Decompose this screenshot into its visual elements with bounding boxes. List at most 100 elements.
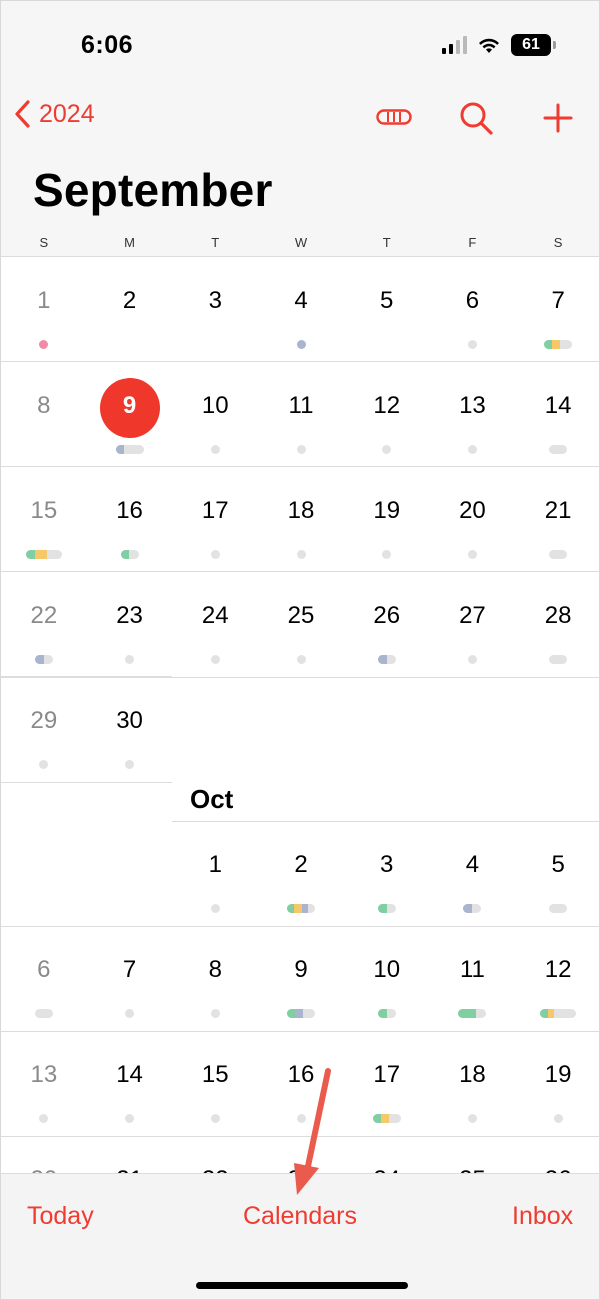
calendar-day[interactable]: 19 xyxy=(515,1061,599,1089)
event-indicator xyxy=(467,1114,477,1123)
calendar-day[interactable]: 23 xyxy=(87,602,173,630)
battery-icon: 61 xyxy=(511,34,556,56)
event-indicator xyxy=(210,904,220,913)
add-event-button[interactable] xyxy=(541,101,575,135)
calendar-day[interactable]: 14 xyxy=(87,1061,173,1089)
weekday-label: W xyxy=(294,235,308,250)
event-indicator xyxy=(210,655,220,664)
week-divider xyxy=(1,782,172,783)
calendar-day[interactable]: 11 xyxy=(258,392,344,420)
calendar-day[interactable]: 4 xyxy=(258,287,344,315)
event-indicator xyxy=(210,1009,220,1018)
weekday-header: S M T W T F S xyxy=(1,235,599,253)
list-view-icon xyxy=(376,109,412,125)
calendar-day[interactable]: 15 xyxy=(1,497,87,525)
calendar-day[interactable]: 2 xyxy=(87,287,173,315)
calendar-day[interactable]: 6 xyxy=(429,287,515,315)
event-indicator xyxy=(382,550,392,559)
calendar-day[interactable]: 14 xyxy=(515,392,599,420)
event-indicator xyxy=(382,445,392,454)
week-divider xyxy=(1,677,599,678)
calendar-day[interactable]: 17 xyxy=(172,497,258,525)
event-indicator xyxy=(296,445,306,454)
calendar-day[interactable]: 16 xyxy=(87,497,173,525)
calendar-app-screen: 6:06 61 2024 September S M T W T F S Oct… xyxy=(0,0,600,1300)
calendar-header: 6:06 61 2024 September S M T W T F S xyxy=(1,1,599,257)
calendar-day[interactable]: 21 xyxy=(515,497,599,525)
calendar-day[interactable]: 30 xyxy=(87,707,173,735)
week-divider xyxy=(1,466,599,467)
calendar-day[interactable]: 22 xyxy=(1,602,87,630)
calendar-day[interactable]: 26 xyxy=(344,602,430,630)
calendar-day[interactable]: 9 xyxy=(258,956,344,984)
event-indicator xyxy=(210,1114,220,1123)
calendar-day[interactable]: 25 xyxy=(258,602,344,630)
calendar-day[interactable]: 18 xyxy=(258,497,344,525)
calendar-day[interactable]: 16 xyxy=(258,1061,344,1089)
event-indicator xyxy=(25,550,62,559)
calendar-day[interactable]: 9 xyxy=(87,392,173,420)
calendar-day[interactable]: 12 xyxy=(344,392,430,420)
week-divider xyxy=(1,1136,599,1137)
event-indicator xyxy=(372,1114,401,1123)
event-indicator xyxy=(549,904,568,913)
calendar-day[interactable]: 28 xyxy=(515,602,599,630)
search-button[interactable] xyxy=(456,99,496,137)
calendar-day[interactable]: 15 xyxy=(172,1061,258,1089)
calendar-day[interactable]: 7 xyxy=(87,956,173,984)
event-indicator xyxy=(467,445,477,454)
calendar-day[interactable]: 3 xyxy=(172,287,258,315)
calendar-day[interactable]: 13 xyxy=(1,1061,87,1089)
event-indicator xyxy=(34,655,53,664)
today-button[interactable]: Today xyxy=(27,1202,94,1231)
calendar-day[interactable]: 20 xyxy=(429,497,515,525)
calendars-button[interactable]: Calendars xyxy=(243,1202,357,1231)
calendar-day[interactable]: 10 xyxy=(172,392,258,420)
calendar-day[interactable]: 8 xyxy=(1,392,87,420)
calendar-day[interactable]: 7 xyxy=(515,287,599,315)
calendar-day[interactable]: 3 xyxy=(344,851,430,879)
event-indicator xyxy=(210,550,220,559)
event-indicator xyxy=(120,550,139,559)
calendar-day[interactable]: 10 xyxy=(344,956,430,984)
inbox-button[interactable]: Inbox xyxy=(512,1202,573,1231)
calendar-day[interactable]: 1 xyxy=(1,287,87,315)
calendar-day[interactable]: 4 xyxy=(429,851,515,879)
calendar-day[interactable]: 18 xyxy=(429,1061,515,1089)
back-to-year-button[interactable]: 2024 xyxy=(13,99,95,129)
calendar-day[interactable]: 12 xyxy=(515,956,599,984)
calendar-day[interactable]: 2 xyxy=(258,851,344,879)
calendar-day[interactable]: 6 xyxy=(1,956,87,984)
weekday-label: T xyxy=(211,235,220,250)
back-label: 2024 xyxy=(39,99,95,128)
event-indicator xyxy=(377,655,396,664)
view-mode-button[interactable] xyxy=(375,105,413,129)
calendar-day[interactable]: 17 xyxy=(344,1061,430,1089)
event-indicator xyxy=(39,760,49,769)
weekday-label: F xyxy=(468,235,477,250)
calendar-day[interactable]: 5 xyxy=(344,287,430,315)
weekday-label: M xyxy=(124,235,135,250)
event-indicator xyxy=(125,760,135,769)
event-indicator xyxy=(540,1009,577,1018)
event-indicator xyxy=(296,1114,306,1123)
event-indicator xyxy=(296,550,306,559)
calendar-day[interactable]: 1 xyxy=(172,851,258,879)
event-indicator xyxy=(467,340,477,349)
event-indicator xyxy=(553,1114,563,1123)
cellular-signal-icon xyxy=(442,36,467,54)
bottom-toolbar: Today Calendars Inbox xyxy=(1,1173,599,1299)
calendar-day[interactable]: 19 xyxy=(344,497,430,525)
event-indicator xyxy=(377,1009,396,1018)
event-indicator xyxy=(125,1114,135,1123)
calendar-day[interactable]: 24 xyxy=(172,602,258,630)
event-indicator xyxy=(115,445,144,454)
weekday-label: T xyxy=(382,235,391,250)
calendar-day[interactable]: 13 xyxy=(429,392,515,420)
calendar-day[interactable]: 5 xyxy=(515,851,599,879)
calendar-day[interactable]: 11 xyxy=(429,956,515,984)
calendar-day[interactable]: 27 xyxy=(429,602,515,630)
calendar-day[interactable]: 8 xyxy=(172,956,258,984)
calendar-day[interactable]: 29 xyxy=(1,707,87,735)
event-indicator xyxy=(549,445,568,454)
